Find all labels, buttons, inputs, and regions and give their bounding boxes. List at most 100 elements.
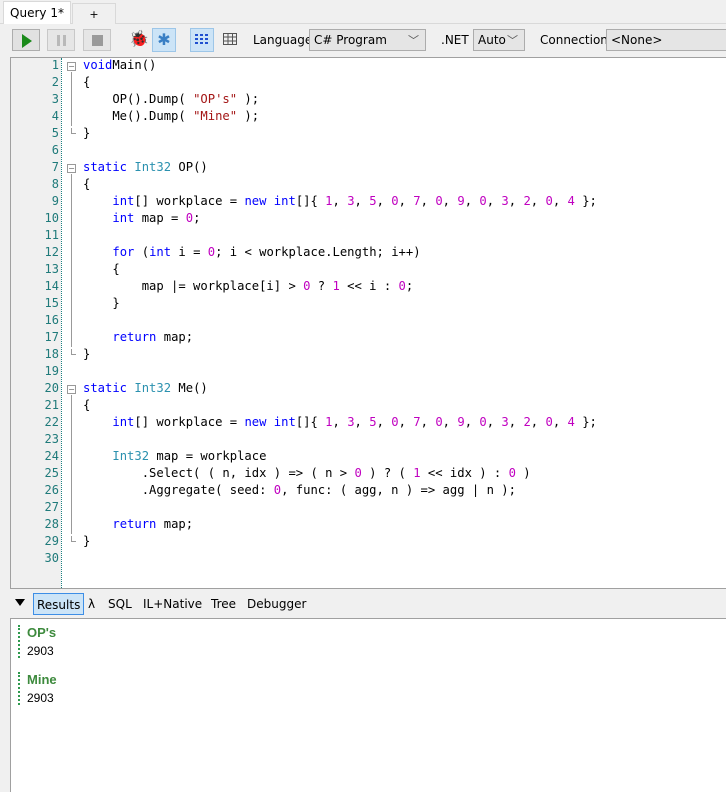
code-line[interactable]: for (int i = 0; i < workplace.Length; i+…	[83, 245, 420, 259]
code-token: };	[574, 415, 597, 429]
fold-end-marker	[71, 128, 76, 134]
code-line[interactable]: Me().Dump( "Mine" );	[83, 109, 259, 123]
code-line[interactable]: {	[83, 177, 90, 191]
gutter-separator	[61, 58, 62, 588]
code-token: 1	[325, 415, 333, 429]
line-number: 30	[44, 551, 59, 565]
fold-toggle-icon[interactable]: −	[67, 385, 76, 394]
code-line[interactable]: }	[83, 347, 90, 361]
code-token: ,	[332, 415, 348, 429]
code-token: return	[112, 330, 157, 344]
code-line[interactable]: .Aggregate( seed: 0, func: ( agg, n ) =>…	[83, 483, 516, 497]
line-number: 7	[51, 160, 59, 174]
pause-button[interactable]	[47, 29, 75, 51]
code-token: "Mine"	[193, 109, 238, 123]
output-tab-bar: Results λ SQL IL+Native Tree Debugger	[0, 590, 726, 618]
code-token: }	[83, 534, 91, 548]
code-line[interactable]: }	[83, 296, 119, 310]
code-token: 9	[457, 194, 465, 208]
code-token: void	[83, 58, 113, 72]
code-line[interactable]: int[] workplace = new int[]{ 1, 3, 5, 0,…	[83, 194, 597, 208]
code-token: }	[83, 347, 91, 361]
code-token: []{	[295, 415, 326, 429]
code-token: 0	[391, 194, 399, 208]
code-line[interactable]: static Int32 Me()	[83, 381, 208, 395]
code-line[interactable]: .Select( ( n, idx ) => ( n > 0 ) ? ( 1 <…	[83, 466, 531, 480]
run-button[interactable]	[12, 29, 40, 51]
code-token: 1	[325, 194, 333, 208]
fold-toggle-icon[interactable]: −	[67, 62, 76, 71]
code-line[interactable]: return map;	[83, 517, 193, 531]
code-token: ;	[405, 279, 414, 293]
connection-select[interactable]: <None>	[606, 29, 726, 51]
code-line[interactable]: return map;	[83, 330, 193, 344]
language-label: Language	[253, 33, 313, 47]
bug-icon[interactable]: 🐞	[127, 28, 151, 52]
code-token: 0	[508, 466, 516, 480]
code-token: ,	[508, 415, 524, 429]
code-token: OP()	[171, 160, 208, 174]
tab-il-native[interactable]: IL+Native	[140, 593, 205, 615]
code-line[interactable]: }	[83, 534, 90, 548]
code-token: map;	[156, 330, 194, 344]
result-value: 2903	[27, 644, 54, 658]
code-token: Int32	[134, 381, 172, 395]
tab-lambda[interactable]: λ	[85, 593, 98, 615]
grid-results-icon[interactable]	[218, 28, 242, 52]
code-token: new	[244, 194, 267, 208]
code-line[interactable]: {	[83, 75, 90, 89]
code-line[interactable]: OP().Dump( "OP's" );	[83, 92, 259, 106]
code-line[interactable]: int[] workplace = new int[]{ 1, 3, 5, 0,…	[83, 415, 597, 429]
result-group: Mine 2903	[18, 672, 57, 705]
line-number: 26	[44, 483, 59, 497]
rich-text-results-icon[interactable]	[190, 28, 214, 52]
net-select[interactable]: Auto ﹀	[473, 29, 525, 51]
code-line[interactable]: map |= workplace[i] > 0 ? 1 << i : 0;	[83, 279, 414, 293]
code-token: []{	[295, 194, 326, 208]
fold-toggle-icon[interactable]: −	[67, 164, 76, 173]
language-select[interactable]: C# Program ﹀	[309, 29, 426, 51]
code-line[interactable]: Int32 map = workplace	[83, 449, 266, 463]
new-query-tab-button[interactable]: +	[72, 3, 116, 24]
fold-guide	[71, 174, 72, 347]
tab-tree[interactable]: Tree	[208, 593, 239, 615]
code-token: ,	[442, 194, 458, 208]
stop-button[interactable]	[83, 29, 111, 51]
code-token: [] workplace =	[134, 415, 245, 429]
tab-query-1[interactable]: Query 1*	[3, 1, 71, 24]
code-editor[interactable]: 1 voidMain() 2 {3 OP().Dump( "OP's" ); 4 Me(…	[10, 57, 726, 589]
code-token: ,	[486, 194, 502, 208]
code-token: ,	[354, 415, 370, 429]
code-line[interactable]: voidMain()	[83, 58, 156, 72]
code-line[interactable]: int map = 0;	[83, 211, 200, 225]
result-title[interactable]: Mine	[27, 672, 57, 687]
code-token: 1	[332, 279, 340, 293]
code-line[interactable]: {	[83, 398, 90, 412]
code-token: ) ? (	[361, 466, 414, 480]
line-number: 2	[51, 75, 59, 89]
code-token: {	[83, 177, 91, 191]
net-label: .NET	[441, 33, 469, 47]
pause-icon-bar	[63, 35, 66, 46]
tab-debugger[interactable]: Debugger	[244, 593, 309, 615]
play-icon	[22, 34, 32, 48]
line-number: 8	[51, 177, 59, 191]
code-line[interactable]: static Int32 OP()	[83, 160, 208, 174]
result-title[interactable]: OP's	[27, 625, 56, 640]
code-token: 0	[354, 466, 362, 480]
collapse-triangle-icon[interactable]	[15, 599, 25, 606]
code-token: ,	[398, 194, 414, 208]
bug-step-icon[interactable]: ✱	[152, 28, 176, 52]
code-line[interactable]: {	[83, 262, 119, 276]
result-group: OP's 2903	[18, 625, 56, 658]
code-line[interactable]: }	[83, 126, 90, 140]
code-token: 1	[413, 466, 421, 480]
code-token: Me()	[171, 381, 208, 395]
tab-results[interactable]: Results	[33, 593, 85, 615]
line-number: 25	[44, 466, 59, 480]
tab-sql[interactable]: SQL	[105, 593, 135, 615]
code-token: (	[134, 245, 150, 259]
